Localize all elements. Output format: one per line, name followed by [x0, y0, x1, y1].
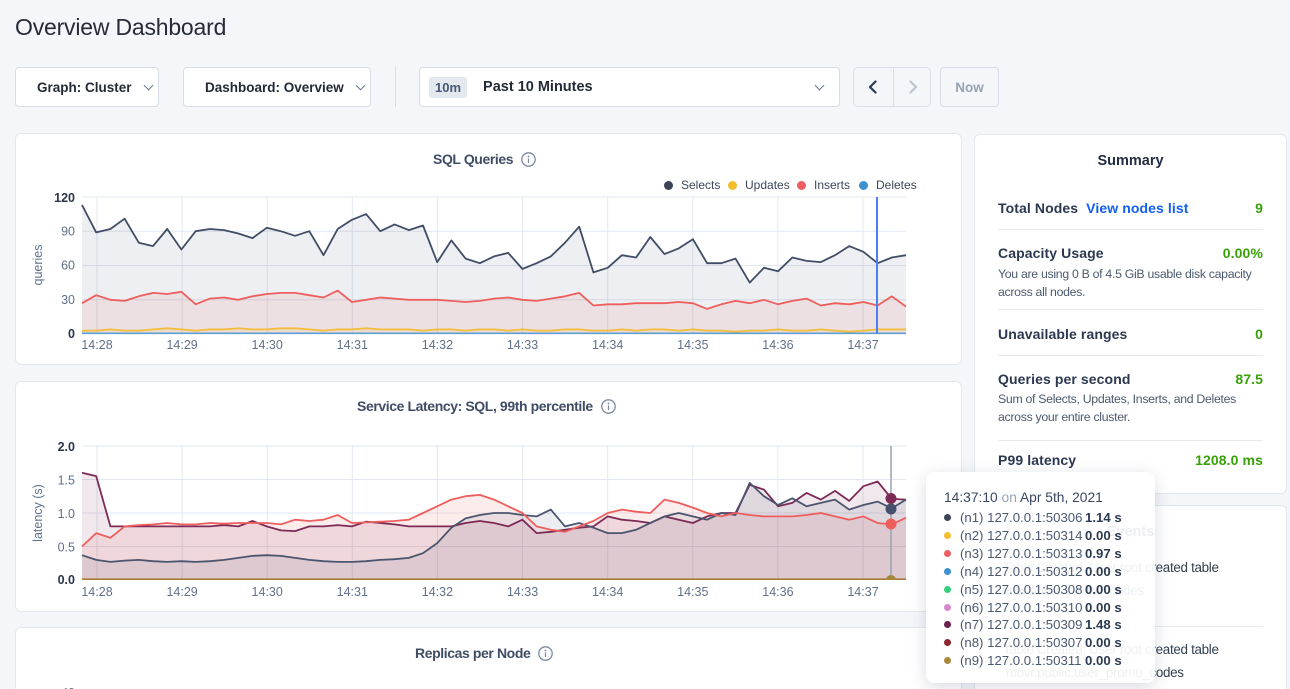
- svg-text:14:28: 14:28: [81, 338, 112, 352]
- svg-text:2.0: 2.0: [58, 440, 75, 454]
- svg-text:14:34: 14:34: [592, 338, 623, 352]
- svg-text:14:29: 14:29: [166, 585, 197, 599]
- svg-text:1.0: 1.0: [58, 507, 75, 521]
- svg-text:0.0: 0.0: [58, 573, 75, 587]
- svg-text:14:32: 14:32: [422, 338, 453, 352]
- svg-text:120: 120: [54, 191, 75, 205]
- svg-text:14:35: 14:35: [677, 338, 708, 352]
- svg-text:queries: queries: [31, 245, 45, 286]
- svg-text:60: 60: [61, 259, 75, 273]
- svg-text:0: 0: [68, 327, 75, 341]
- svg-text:1.5: 1.5: [58, 474, 75, 488]
- svg-text:14:31: 14:31: [337, 338, 368, 352]
- svg-text:14:28: 14:28: [81, 585, 112, 599]
- svg-text:14:35: 14:35: [677, 585, 708, 599]
- svg-text:latency (s): latency (s): [31, 484, 45, 542]
- svg-text:30: 30: [61, 293, 75, 307]
- svg-text:90: 90: [61, 224, 75, 238]
- svg-text:14:29: 14:29: [166, 338, 197, 352]
- svg-text:14:32: 14:32: [422, 585, 453, 599]
- svg-text:14:31: 14:31: [337, 585, 368, 599]
- svg-text:14:33: 14:33: [507, 338, 538, 352]
- svg-text:14:33: 14:33: [507, 585, 538, 599]
- svg-text:14:30: 14:30: [252, 585, 283, 599]
- svg-text:14:36: 14:36: [762, 585, 793, 599]
- svg-text:14:30: 14:30: [252, 338, 283, 352]
- svg-text:14:36: 14:36: [762, 338, 793, 352]
- svg-text:14:37: 14:37: [847, 585, 878, 599]
- svg-text:14:34: 14:34: [592, 585, 623, 599]
- svg-text:0.5: 0.5: [58, 541, 75, 555]
- svg-text:14:37: 14:37: [847, 338, 878, 352]
